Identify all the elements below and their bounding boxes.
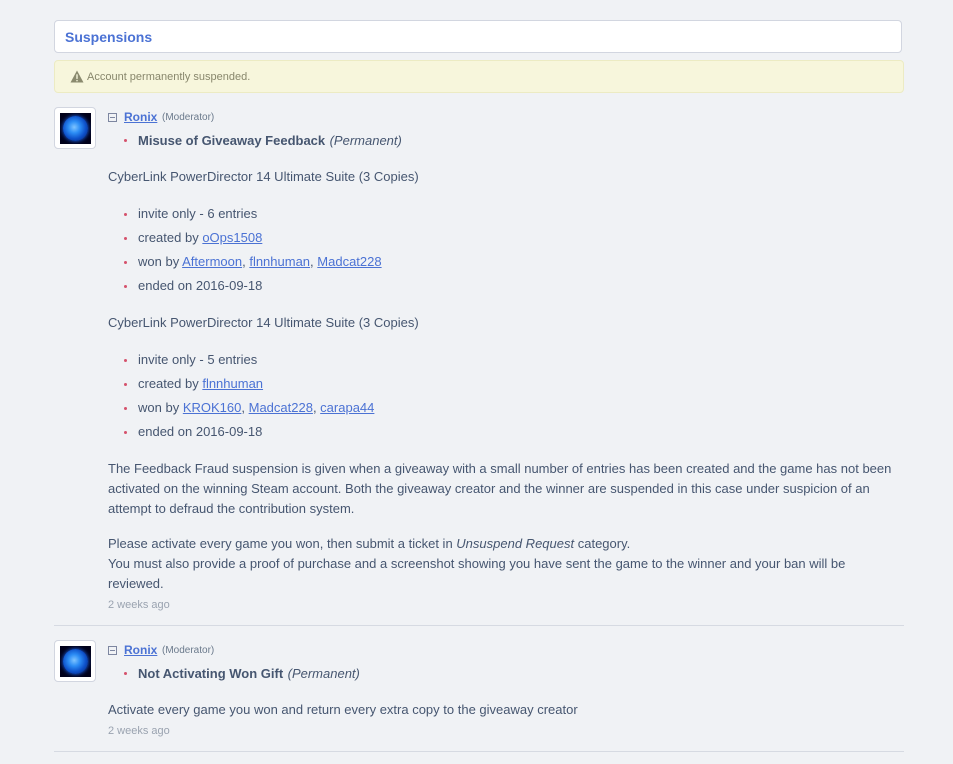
warning-icon xyxy=(70,70,84,83)
timestamp: 2 weeks ago xyxy=(108,725,170,737)
won-by-label: won by xyxy=(138,254,180,269)
suspension-reason-row: Misuse of Giveaway Feedback (Permanent) xyxy=(138,132,402,150)
list-bullet xyxy=(124,237,127,240)
instruction-text-end: category. xyxy=(574,536,631,551)
giveaway-winners-row: won by Aftermoon, flnnhuman, Madcat228 xyxy=(138,254,382,269)
giveaway-entries: invite only - 6 entries xyxy=(138,206,258,221)
divider xyxy=(54,751,904,752)
winner-link[interactable]: carapa44 xyxy=(320,400,374,415)
list-bullet xyxy=(124,672,127,675)
list-bullet xyxy=(124,407,127,410)
collapse-toggle-icon[interactable] xyxy=(108,113,117,122)
list-bullet xyxy=(124,139,127,142)
suspensions-header: Suspensions xyxy=(54,20,902,53)
giveaway-ended: ended on 2016-09-18 xyxy=(138,424,263,439)
collapse-toggle-icon[interactable] xyxy=(108,646,117,655)
giveaway-title: CyberLink PowerDirector 14 Ultimate Suit… xyxy=(108,315,419,330)
timestamp: 2 weeks ago xyxy=(108,599,170,611)
winner-link[interactable]: flnnhuman xyxy=(249,254,310,269)
created-by-label: created by xyxy=(138,230,199,245)
moderator-role: (Moderator) xyxy=(162,645,215,656)
list-bullet xyxy=(124,383,127,386)
creator-link[interactable]: oOps1508 xyxy=(202,230,262,245)
separator: , xyxy=(241,400,249,415)
suspension-duration: (Permanent) xyxy=(287,666,360,681)
winner-link[interactable]: KROK160 xyxy=(183,400,242,415)
moderator-role: (Moderator) xyxy=(162,112,215,123)
giveaway-entries: invite only - 5 entries xyxy=(138,352,258,367)
suspension-reason-row: Not Activating Won Gift (Permanent) xyxy=(138,665,360,683)
suspension-reason: Misuse of Giveaway Feedback xyxy=(138,133,326,148)
avatar[interactable] xyxy=(54,640,96,682)
list-bullet xyxy=(124,261,127,264)
suspension-reason: Not Activating Won Gift xyxy=(138,666,284,681)
list-bullet xyxy=(124,359,127,362)
list-bullet xyxy=(124,213,127,216)
unsuspend-category: Unsuspend Request xyxy=(456,536,575,551)
suspension-explanation: Activate every game you won and return e… xyxy=(108,702,578,717)
suspension-notice: Account permanently suspended. xyxy=(54,60,904,93)
winner-link[interactable]: Aftermoon xyxy=(182,254,242,269)
list-bullet xyxy=(124,431,127,434)
giveaway-winners-row: won by KROK160, Madcat228, carapa44 xyxy=(138,400,374,415)
notice-text: Account permanently suspended. xyxy=(87,71,251,83)
won-by-label: won by xyxy=(138,400,180,415)
creator-link[interactable]: flnnhuman xyxy=(202,376,263,391)
instruction-proof: You must also provide a proof of purchas… xyxy=(108,556,846,591)
instruction-text: Please activate every game you won, then… xyxy=(108,536,457,551)
winner-link[interactable]: Madcat228 xyxy=(249,400,313,415)
giveaway-created-row: created by oOps1508 xyxy=(138,230,262,245)
page-title: Suspensions xyxy=(65,29,153,45)
avatar[interactable] xyxy=(54,107,96,149)
created-by-label: created by xyxy=(138,376,199,391)
moderator-link[interactable]: Ronix xyxy=(124,110,157,124)
moderator-link[interactable]: Ronix xyxy=(124,643,157,657)
suspension-explanation: The Feedback Fraud suspension is given w… xyxy=(108,461,892,516)
suspension-instructions: Please activate every game you won, then… xyxy=(108,534,898,594)
giveaway-created-row: created by flnnhuman xyxy=(138,376,263,391)
divider xyxy=(54,625,904,626)
giveaway-title: CyberLink PowerDirector 14 Ultimate Suit… xyxy=(108,169,419,184)
suspension-duration: (Permanent) xyxy=(329,133,402,148)
giveaway-ended: ended on 2016-09-18 xyxy=(138,278,263,293)
list-bullet xyxy=(124,285,127,288)
winner-link[interactable]: Madcat228 xyxy=(317,254,381,269)
